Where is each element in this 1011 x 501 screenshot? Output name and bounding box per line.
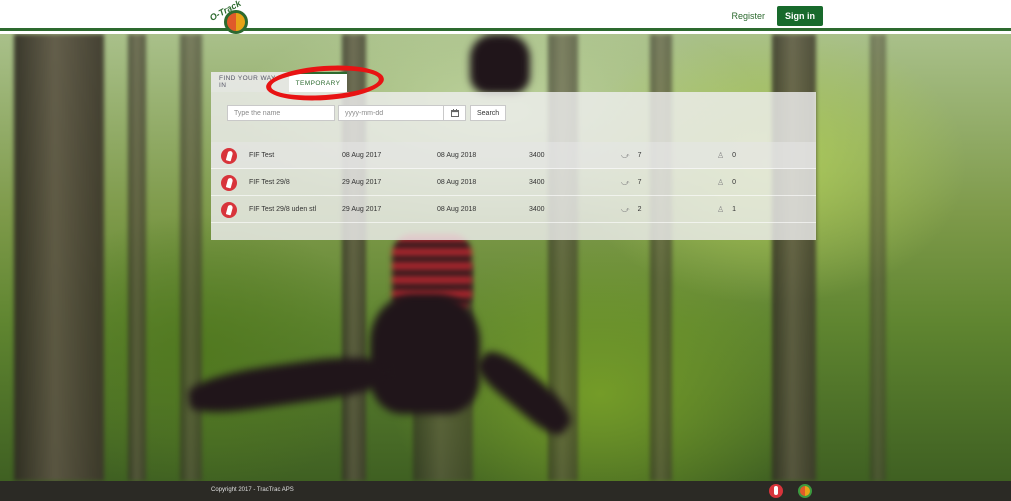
tree-trunk — [14, 34, 104, 481]
event-icon — [221, 174, 237, 191]
search-button[interactable]: Search — [470, 105, 507, 121]
start-date: 29 Aug 2017 — [342, 206, 382, 213]
runners-cell: ⤻ 7 — [621, 169, 641, 196]
event-name: FIF Test — [249, 151, 275, 159]
end-date: 08 Aug 2018 — [437, 206, 477, 213]
end-date: 08 Aug 2018 — [437, 152, 477, 159]
hikers-count: 0 — [732, 179, 737, 186]
event-name: FIF Test 29/8 — [249, 178, 290, 186]
sign-in-button[interactable]: Sign in — [777, 6, 823, 26]
start-date: 29 Aug 2017 — [342, 179, 382, 186]
runner-icon: ⤻ — [621, 150, 630, 160]
start-date: 08 Aug 2017 — [342, 152, 382, 159]
tab-find-your-way[interactable]: Find your way in — [211, 72, 289, 92]
tab-label: Temporary — [295, 79, 341, 87]
runner-icon: ⤻ — [621, 204, 630, 214]
hikers-cell: ♙ 0 — [717, 142, 736, 169]
hikers-cell: ♙ 1 — [717, 196, 736, 223]
tractrac-icon[interactable] — [769, 484, 783, 498]
hikers-count: 0 — [732, 152, 737, 159]
calendar-button[interactable] — [444, 105, 466, 121]
end-date: 08 Aug 2018 — [437, 179, 477, 186]
hiker-icon: ♙ — [717, 178, 725, 187]
hikers-count: 1 — [732, 206, 737, 213]
table-row[interactable]: FIF Test 08 Aug 2017 08 Aug 2018 3400 ⤻ … — [211, 142, 816, 169]
runners-count: 7 — [637, 152, 642, 159]
results-list: FIF Test 08 Aug 2017 08 Aug 2018 3400 ⤻ … — [211, 142, 816, 223]
name-search-input[interactable] — [227, 105, 335, 121]
footer-icons — [769, 484, 812, 498]
table-row[interactable]: FIF Test 29/8 uden stl 29 Aug 2017 08 Au… — [211, 196, 816, 223]
tab-temporary[interactable]: Temporary — [289, 72, 347, 92]
event-cell — [221, 142, 237, 169]
runners-count: 2 — [637, 206, 642, 213]
event-name: FIF Test 29/8 uden stl — [249, 205, 317, 213]
o-track-logo[interactable]: O-Track — [208, 0, 254, 38]
table-row[interactable]: FIF Test 29/8 29 Aug 2017 08 Aug 2018 34… — [211, 169, 816, 196]
tree-trunk — [870, 34, 886, 481]
date-input[interactable] — [338, 105, 444, 121]
hiker-icon: ♙ — [717, 151, 725, 160]
panel-body: Search FIF Test 08 Aug 2017 08 Aug 2018 … — [211, 92, 816, 240]
event-icon — [221, 201, 237, 218]
tab-label: Find your way in — [219, 75, 276, 89]
runners-count: 7 — [637, 179, 642, 186]
register-link[interactable]: Register — [731, 11, 765, 21]
event-cell — [221, 169, 237, 196]
o-track-icon[interactable] — [798, 484, 812, 498]
event-cell — [221, 196, 237, 223]
event-icon — [221, 147, 237, 164]
search-row: Search — [227, 105, 507, 121]
runner-figure — [370, 294, 480, 414]
event-search-panel: Find your way in Temporary Search FI — [211, 72, 816, 240]
tree-trunk — [128, 34, 146, 481]
runner-icon: ⤻ — [621, 177, 630, 187]
tab-bar: Find your way in Temporary — [211, 72, 347, 92]
calendar-icon — [450, 109, 459, 117]
event-count: 3400 — [529, 206, 545, 213]
copyright-text: Copyright 2017 - TracTrac APS — [211, 487, 294, 493]
tree-trunk — [180, 34, 202, 481]
auth-nav: Register Sign in — [731, 6, 823, 26]
footer: Copyright 2017 - TracTrac APS — [0, 481, 1011, 501]
compass-icon — [224, 10, 248, 34]
hiker-icon: ♙ — [717, 205, 725, 214]
hikers-cell: ♙ 0 — [717, 169, 736, 196]
top-bar: O-Track Register Sign in — [0, 0, 1011, 34]
runners-cell: ⤻ 2 — [621, 196, 641, 223]
event-count: 3400 — [529, 179, 545, 186]
runners-cell: ⤻ 7 — [621, 142, 641, 169]
event-count: 3400 — [529, 152, 545, 159]
